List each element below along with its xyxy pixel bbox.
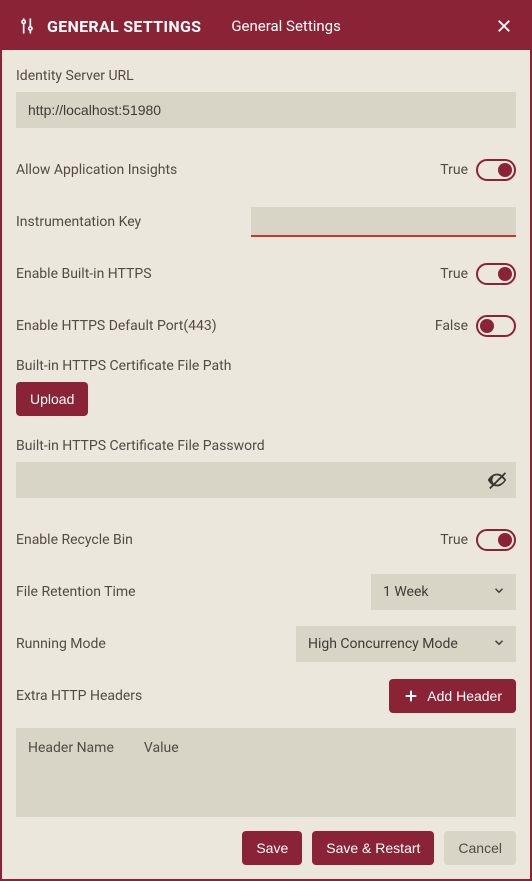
enable-https-toggle[interactable] (476, 263, 516, 285)
cancel-button[interactable]: Cancel (444, 831, 516, 865)
https-port-toggle[interactable] (476, 315, 516, 337)
recycle-bin-toggle[interactable] (476, 529, 516, 551)
add-header-label: Add Header (427, 688, 502, 704)
retention-selected: 1 Week (383, 584, 429, 600)
running-mode-select[interactable]: High Concurrency Mode (296, 626, 516, 662)
retention-select[interactable]: 1 Week (371, 574, 516, 610)
dialog-header: GENERAL SETTINGS General Settings (2, 2, 530, 50)
enable-https-value: True (440, 266, 468, 282)
headers-col-name: Header Name (28, 740, 114, 756)
dialog-subtitle: General Settings (231, 17, 341, 35)
close-button[interactable] (493, 15, 515, 37)
dialog-title: GENERAL SETTINGS (47, 17, 201, 36)
dialog-body: Identity Server URL Allow Application In… (2, 50, 530, 817)
save-button[interactable]: Save (242, 831, 302, 865)
dialog-footer: Save Save & Restart Cancel (2, 817, 530, 879)
add-header-button[interactable]: Add Header (389, 679, 516, 713)
allow-insights-label: Allow Application Insights (16, 162, 177, 178)
recycle-bin-value: True (440, 532, 468, 548)
save-restart-button[interactable]: Save & Restart (312, 831, 434, 865)
plus-icon (403, 688, 419, 704)
extra-headers-label: Extra HTTP Headers (16, 688, 142, 704)
headers-table: Header Name Value (16, 728, 516, 817)
cert-password-label: Built-in HTTPS Certificate File Password (16, 438, 516, 454)
instrumentation-key-input[interactable] (251, 207, 516, 237)
identity-url-label: Identity Server URL (16, 68, 516, 84)
cert-password-input[interactable] (16, 462, 516, 498)
instrumentation-key-label: Instrumentation Key (16, 214, 141, 230)
settings-icon (17, 16, 37, 36)
toggle-password-visibility[interactable] (486, 469, 508, 491)
running-mode-selected: High Concurrency Mode (308, 636, 458, 652)
https-port-label: Enable HTTPS Default Port(443) (16, 318, 217, 334)
upload-button[interactable]: Upload (16, 382, 88, 416)
https-port-value: False (435, 318, 468, 334)
headers-col-value: Value (144, 740, 179, 756)
recycle-bin-label: Enable Recycle Bin (16, 532, 133, 548)
enable-https-label: Enable Built-in HTTPS (16, 266, 152, 282)
general-settings-dialog: GENERAL SETTINGS General Settings Identi… (0, 0, 532, 881)
close-icon (495, 17, 513, 35)
retention-label: File Retention Time (16, 584, 136, 600)
allow-insights-toggle[interactable] (476, 159, 516, 181)
allow-insights-value: True (440, 162, 468, 178)
cert-path-label: Built-in HTTPS Certificate File Path (16, 358, 516, 374)
eye-off-icon (486, 469, 508, 491)
identity-url-input[interactable] (16, 92, 516, 128)
running-mode-label: Running Mode (16, 636, 106, 652)
